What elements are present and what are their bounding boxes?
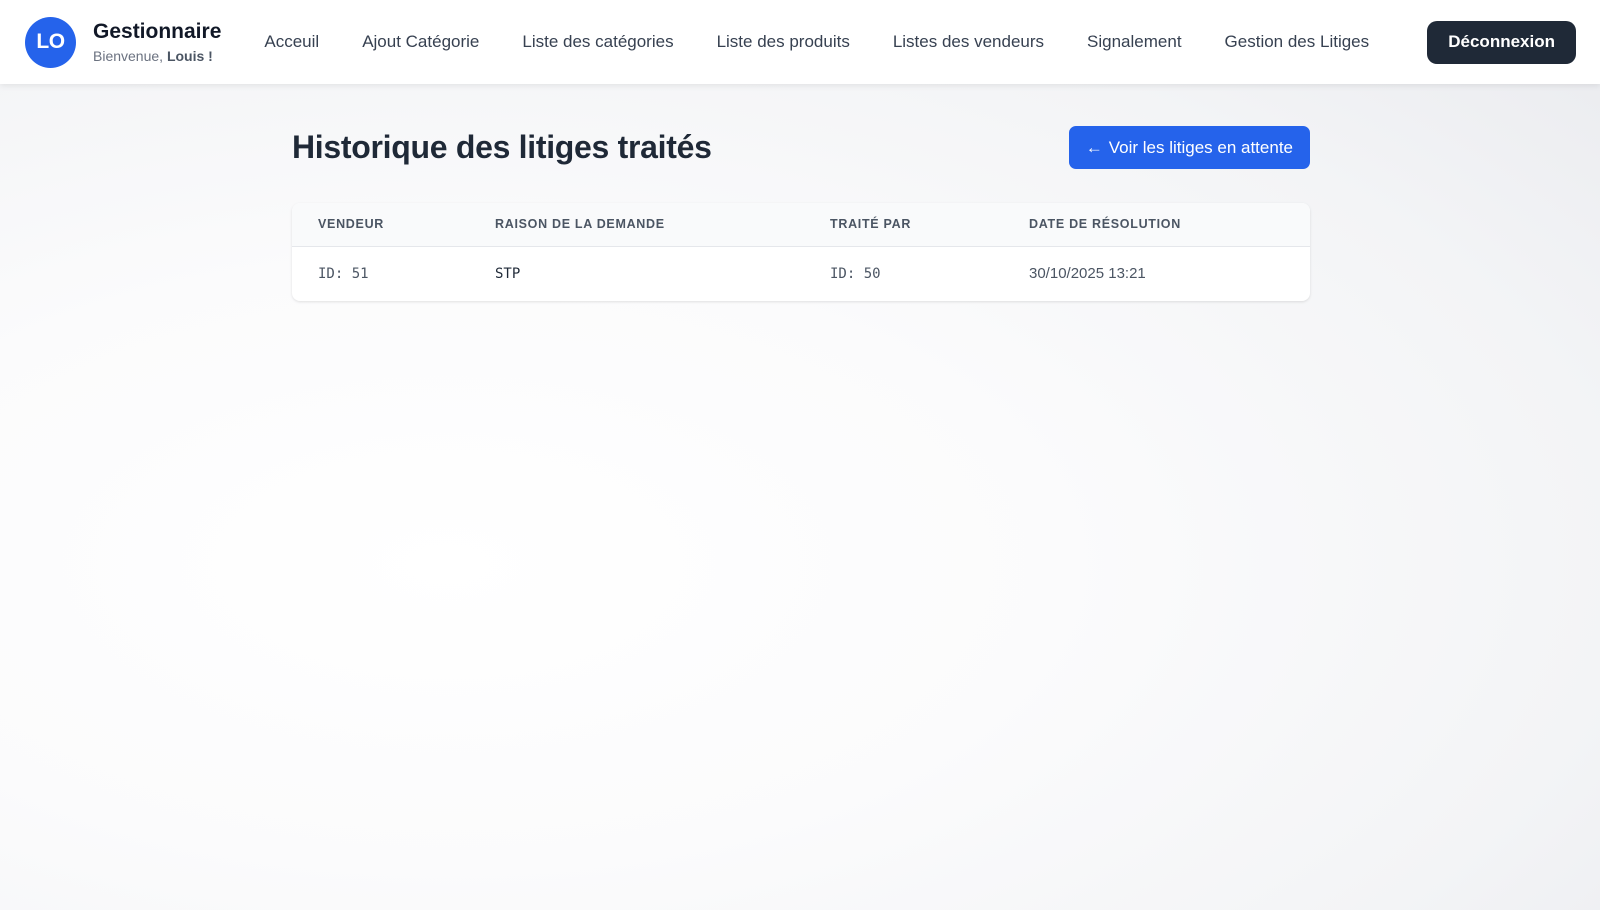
page-header: Historique des litiges traités ← Voir le… bbox=[292, 126, 1310, 169]
cell-date-resolution: 30/10/2025 13:21 bbox=[1029, 265, 1146, 283]
nav-item-liste-produits[interactable]: Liste des produits bbox=[717, 32, 850, 52]
table-header-row: Vendeur Raison de la demande Traité par … bbox=[292, 203, 1310, 246]
column-header-traite-par: Traité par bbox=[830, 217, 912, 232]
user-name: Louis ! bbox=[166, 48, 213, 64]
column-header-raison: Raison de la demande bbox=[495, 217, 665, 232]
role-title: Gestionnaire bbox=[93, 20, 222, 43]
page-title: Historique des litiges traités bbox=[292, 129, 712, 165]
nav-item-listes-vendeurs[interactable]: Listes des vendeurs bbox=[893, 32, 1044, 52]
nav-item-liste-categories[interactable]: Liste des catégories bbox=[522, 32, 673, 52]
main-nav: Acceuil Ajout Catégorie Liste des catégo… bbox=[264, 32, 1369, 52]
nav-item-gestion-litiges[interactable]: Gestion des Litiges bbox=[1225, 32, 1370, 52]
disputes-history-table: Vendeur Raison de la demande Traité par … bbox=[292, 203, 1310, 301]
brand: LO Gestionnaire Bienvenue, Louis ! bbox=[25, 16, 221, 68]
disputes-history-card: Vendeur Raison de la demande Traité par … bbox=[292, 203, 1310, 301]
welcome-message: Bienvenue, Louis ! bbox=[93, 47, 221, 65]
cell-vendeur: ID: 51 bbox=[318, 265, 369, 282]
logout-button[interactable]: Déconnexion bbox=[1427, 20, 1576, 64]
nav-item-signalement[interactable]: Signalement bbox=[1087, 32, 1182, 52]
view-pending-disputes-button[interactable]: ← Voir les litiges en attente bbox=[1068, 126, 1310, 169]
column-header-vendeur: Vendeur bbox=[318, 217, 385, 232]
main-content: Historique des litiges traités ← Voir le… bbox=[292, 126, 1310, 301]
nav-item-ajout-categorie[interactable]: Ajout Catégorie bbox=[362, 32, 479, 52]
avatar[interactable]: LO bbox=[25, 16, 76, 68]
nav-item-acceuil[interactable]: Acceuil bbox=[264, 32, 319, 52]
welcome-prefix: Bienvenue, bbox=[93, 48, 164, 64]
top-navbar: LO Gestionnaire Bienvenue, Louis ! Acceu… bbox=[0, 0, 1600, 84]
cell-traite-par: ID: 50 bbox=[830, 265, 881, 282]
table-row: ID: 51 STP ID: 50 30/10/2025 13:21 bbox=[292, 246, 1310, 301]
arrow-left-icon: ← bbox=[1085, 137, 1103, 157]
cell-raison: STP bbox=[495, 265, 521, 282]
column-header-date-resolution: Date de résolution bbox=[1029, 217, 1181, 232]
brand-text: Gestionnaire Bienvenue, Louis ! bbox=[93, 19, 221, 65]
view-pending-label: Voir les litiges en attente bbox=[1108, 137, 1293, 157]
